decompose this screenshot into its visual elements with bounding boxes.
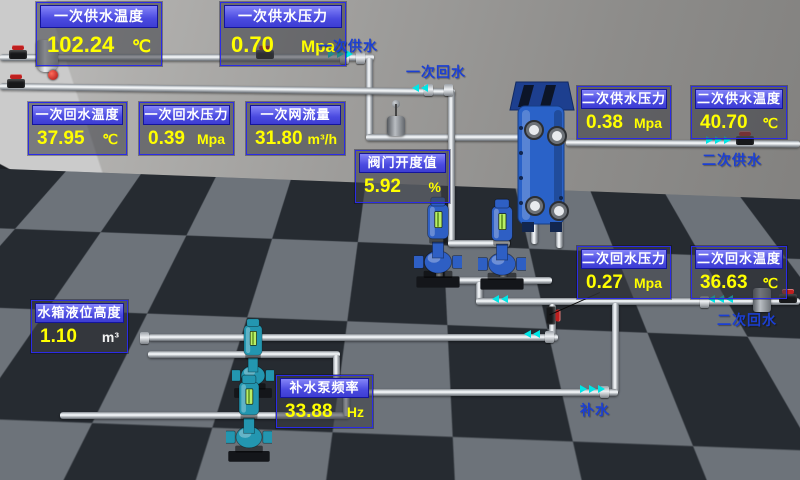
label-value: 1.10	[40, 325, 77, 349]
label-value: 0.38	[586, 111, 623, 135]
label-primary-supply-temp: 一次供水温度 102.24 ℃	[36, 2, 162, 66]
pipe-secondary-supply	[566, 139, 800, 147]
valve-primary-supply-inlet[interactable]	[9, 45, 27, 60]
pipe-label-secondary-return: 二次回水	[717, 310, 777, 330]
circulation-pump-2[interactable]	[478, 196, 526, 292]
label-value: 37.95	[37, 127, 85, 151]
valve-body	[9, 50, 27, 59]
circulation-pump-1[interactable]	[414, 194, 462, 290]
flow-arrow-icon	[492, 295, 508, 303]
label-value: 102.24	[47, 31, 114, 59]
label-secondary-supply-temp: 二次供水温度 40.70 ℃	[691, 86, 787, 139]
label-value: 5.92	[364, 175, 401, 199]
label-unit: m³	[97, 325, 119, 349]
valve-body	[7, 79, 25, 88]
flange	[140, 332, 149, 344]
label-title: 二次供水压力	[581, 89, 667, 109]
label-value: 40.70	[700, 111, 748, 135]
label-title: 二次供水温度	[695, 89, 783, 109]
flow-arrow-icon	[580, 385, 605, 393]
flange	[444, 84, 453, 96]
label-makeup-pump-freq: 补水泵频率 33.88 Hz	[276, 375, 373, 428]
label-primary-return-pressure: 一次回水压力 0.39 Mpa	[139, 102, 234, 155]
pipe-label-primary-return: 一次回水	[406, 62, 466, 82]
label-unit: %	[424, 175, 441, 199]
tank-leg	[70, 454, 83, 476]
label-primary-flow: 一次网流量 31.80m³/h	[246, 102, 345, 155]
pipe-label-makeup: 补水	[580, 400, 610, 420]
label-unit: ℃	[97, 127, 118, 151]
pressure-gauge-icon	[48, 70, 58, 80]
label-value: 0.70	[231, 31, 274, 59]
tank-leg	[126, 452, 139, 474]
label-secondary-return-temp: 二次回水温度 36.63 ℃	[691, 246, 787, 299]
label-secondary-supply-pressure: 二次供水压力 0.38Mpa	[577, 86, 671, 139]
label-unit: Mpa	[629, 271, 662, 295]
pipe-label-secondary-supply: 二次供水	[702, 150, 762, 170]
valve-stem	[395, 104, 397, 116]
pipe-label-primary-supply: 一次供水	[318, 36, 378, 56]
label-title: 补水泵频率	[280, 378, 369, 398]
tank-leg	[14, 452, 27, 474]
label-tank-level: 水箱液位高度 1.10 m³	[31, 300, 128, 353]
label-title: 阀门开度值	[359, 153, 446, 173]
label-title: 二次回水压力	[581, 249, 667, 269]
makeup-pump-2[interactable]	[226, 372, 272, 464]
label-unit: Mpa	[192, 127, 225, 151]
label-unit: ℃	[757, 271, 778, 295]
hmi-screen: 一次供水温度 102.24℃ 一次供水压力 0.70Mpa 一次回水温度 37.…	[0, 0, 800, 480]
label-unit: Mpa	[629, 111, 662, 135]
label-secondary-return-pressure: 二次回水压力 0.27Mpa	[577, 246, 671, 299]
flow-arrow-icon	[412, 84, 428, 92]
label-title: 二次回水温度	[695, 249, 783, 269]
valve-body	[387, 116, 405, 136]
label-title: 一次回水温度	[32, 105, 123, 125]
label-primary-supply-pressure: 一次供水压力 0.70Mpa	[220, 2, 346, 66]
label-value: 0.27	[586, 271, 623, 295]
pipe-makeup	[338, 389, 618, 396]
label-unit: ℃	[757, 111, 778, 135]
pipe-secondary-return	[476, 298, 800, 305]
label-title: 一次供水温度	[40, 5, 158, 28]
label-value: 33.88	[285, 400, 333, 424]
label-unit: m³/h	[303, 127, 338, 151]
label-primary-return-temp: 一次回水温度 37.95 ℃	[28, 102, 127, 155]
label-unit: Hz	[342, 400, 364, 424]
pipe-primary-supply-drop	[366, 58, 373, 138]
pipe-end-cap	[545, 331, 554, 343]
label-value: 0.39	[148, 127, 185, 151]
label-title: 一次网流量	[250, 105, 341, 125]
label-title: 一次供水压力	[224, 5, 342, 28]
valve-body	[547, 307, 556, 325]
label-title: 水箱液位高度	[35, 303, 124, 323]
pipe-makeup-riser	[612, 303, 619, 393]
pipe-tank-line	[148, 334, 558, 341]
tank-manhole-icon	[17, 348, 75, 406]
label-unit: ℃	[127, 33, 151, 61]
motorized-control-valve[interactable]	[387, 104, 405, 138]
valve-primary-return-outlet[interactable]	[7, 74, 25, 89]
label-valve-opening: 阀门开度值 5.92%	[355, 150, 450, 203]
label-value: 31.80	[255, 127, 303, 151]
flow-arrow-icon	[524, 330, 540, 338]
label-value: 36.63	[700, 271, 748, 295]
label-title: 一次回水压力	[143, 105, 230, 125]
